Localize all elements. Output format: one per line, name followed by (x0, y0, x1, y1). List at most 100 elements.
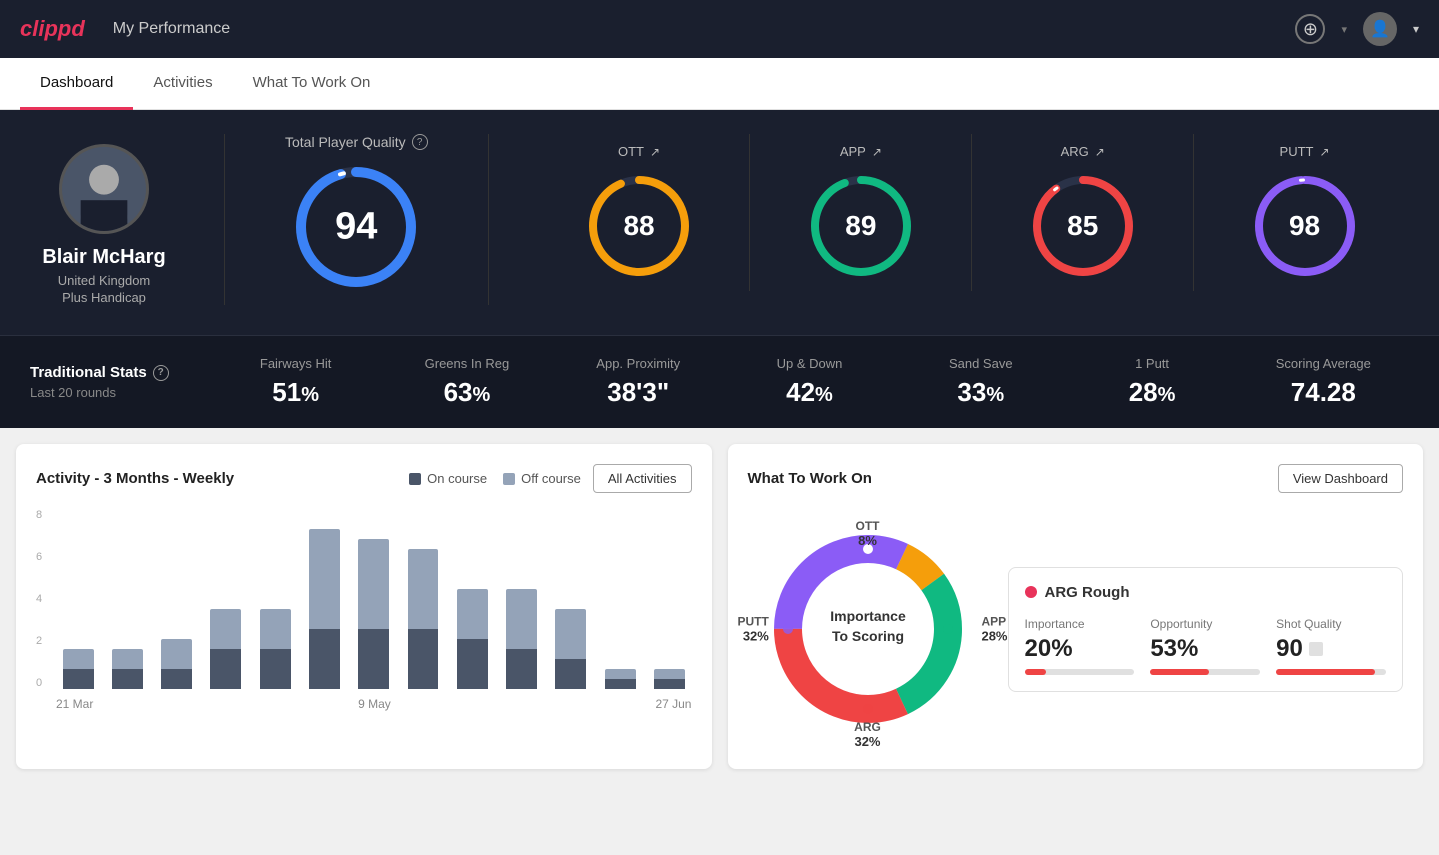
view-dashboard-button[interactable]: View Dashboard (1278, 464, 1403, 493)
avatar-chevron: ▾ (1413, 22, 1419, 36)
tab-what-to-work-on[interactable]: What To Work On (233, 58, 391, 110)
player-avatar (59, 144, 149, 234)
legend-on-course-dot (409, 473, 421, 485)
bar-group (598, 509, 642, 689)
putt-arrow: ↗ (1320, 145, 1330, 159)
opportunity-fill (1150, 669, 1208, 675)
bar-chart (56, 509, 692, 689)
bar-top (457, 589, 488, 639)
avatar-icon: 👤 (1370, 19, 1390, 39)
stat-sand-save: Sand Save 33% (895, 356, 1066, 408)
trad-label-block: Traditional Stats ? Last 20 rounds (30, 364, 210, 400)
bar-bottom (654, 679, 685, 689)
stat-app-proximity: App. Proximity 38'3" (553, 356, 724, 408)
tpq-info-icon[interactable]: ? (412, 134, 428, 150)
scores-section: OTT ↗ 88 APP ↗ (529, 134, 1415, 291)
y-axis: 8 6 4 2 0 (36, 509, 42, 689)
divider-vertical (224, 134, 225, 305)
bar-group (352, 509, 396, 689)
score-arg: ARG ↗ 85 (972, 134, 1194, 291)
bar-group (155, 509, 199, 689)
bar-bottom (506, 649, 537, 689)
app-gauge: 89 (806, 171, 916, 281)
arg-opportunity: Opportunity 53% (1150, 617, 1260, 675)
bar-group (56, 509, 100, 689)
player-handicap: Plus Handicap (62, 290, 146, 305)
arg-gauge: 85 (1028, 171, 1138, 281)
bar-group (253, 509, 297, 689)
ott-score: 88 (623, 210, 654, 242)
trad-label: Traditional Stats ? (30, 364, 210, 381)
bar-top (555, 609, 586, 659)
all-activities-button[interactable]: All Activities (593, 464, 692, 493)
bar-group (105, 509, 149, 689)
bar-group (549, 509, 593, 689)
bar-top (112, 649, 143, 669)
score-app: APP ↗ 89 (750, 134, 972, 291)
bar-bottom (408, 629, 439, 689)
player-country: United Kingdom (58, 273, 151, 288)
tpq-label: Total Player Quality ? (285, 134, 428, 150)
bar-group (204, 509, 248, 689)
tabs-bar: Dashboard Activities What To Work On (0, 58, 1439, 110)
logo: clippd My Performance (20, 16, 230, 42)
nav-title: My Performance (113, 20, 230, 38)
chart-legend: On course Off course (409, 471, 581, 486)
hero-section: Blair McHarg United Kingdom Plus Handica… (0, 110, 1439, 335)
bar-top (408, 549, 439, 629)
stat-fairways-hit: Fairways Hit 51% (210, 356, 381, 408)
activity-panel: Activity - 3 Months - Weekly On course O… (16, 444, 712, 769)
arg-shot-quality: Shot Quality 90 (1276, 617, 1386, 675)
logo-text: clippd (20, 16, 85, 42)
shot-quality-bar (1276, 669, 1386, 675)
legend-off-course-dot (503, 473, 515, 485)
arg-score: 85 (1067, 210, 1098, 242)
stat-greens-in-reg: Greens In Reg 63% (381, 356, 552, 408)
bar-top (210, 609, 241, 649)
bar-group (499, 509, 543, 689)
arg-rough-card: ARG Rough Importance 20% Opportunity 53% (1008, 567, 1404, 692)
ott-label: OTT ↗ (618, 144, 660, 159)
arg-card-title: ARG Rough (1025, 584, 1387, 601)
bar-top (506, 589, 537, 649)
ott-donut-label: OTT 8% (856, 519, 880, 548)
bar-bottom (309, 629, 340, 689)
what-to-work-on-panel: What To Work On View Dashboard (728, 444, 1424, 769)
tpq-number: 94 (335, 206, 377, 249)
bar-bottom (260, 649, 291, 689)
nav-right: ⊕ ▾ 👤 ▾ (1295, 12, 1419, 46)
tab-dashboard[interactable]: Dashboard (20, 58, 133, 110)
legend-on-course: On course (409, 471, 487, 486)
putt-gauge: 98 (1250, 171, 1360, 281)
trad-sublabel: Last 20 rounds (30, 385, 210, 400)
bar-top (654, 669, 685, 679)
activity-panel-header: Activity - 3 Months - Weekly On course O… (36, 464, 692, 493)
trad-info-icon[interactable]: ? (153, 365, 169, 381)
stat-1-putt: 1 Putt 28% (1066, 356, 1237, 408)
bar-bottom (112, 669, 143, 689)
svg-text:Importance: Importance (830, 608, 906, 624)
total-player-quality: Total Player Quality ? 94 (265, 134, 448, 292)
app-score: 89 (845, 210, 876, 242)
donut-chart-wrapper: Importance To Scoring OTT 8% APP 28% (748, 509, 988, 749)
bar-top (358, 539, 389, 629)
tab-activities[interactable]: Activities (133, 58, 232, 110)
arg-arrow: ↗ (1095, 145, 1105, 159)
score-putt: PUTT ↗ 98 (1194, 134, 1415, 291)
stat-up-and-down: Up & Down 42% (724, 356, 895, 408)
add-button[interactable]: ⊕ (1295, 14, 1325, 44)
stat-scoring-average: Scoring Average 74.28 (1238, 356, 1409, 408)
arg-metrics: Importance 20% Opportunity 53% (1025, 617, 1387, 675)
x-axis-labels: 21 Mar 9 May 27 Jun (36, 697, 692, 711)
bar-bottom (358, 629, 389, 689)
app-donut-label: APP 28% (981, 615, 1007, 644)
ott-gauge: 88 (584, 171, 694, 281)
bar-bottom (63, 669, 94, 689)
arg-donut-label: ARG 32% (854, 720, 881, 749)
tpq-gauge: 94 (291, 162, 421, 292)
putt-label: PUTT ↗ (1280, 144, 1330, 159)
bar-bottom (605, 679, 636, 689)
user-avatar[interactable]: 👤 (1363, 12, 1397, 46)
bottom-panels: Activity - 3 Months - Weekly On course O… (0, 428, 1439, 785)
bar-group (302, 509, 346, 689)
